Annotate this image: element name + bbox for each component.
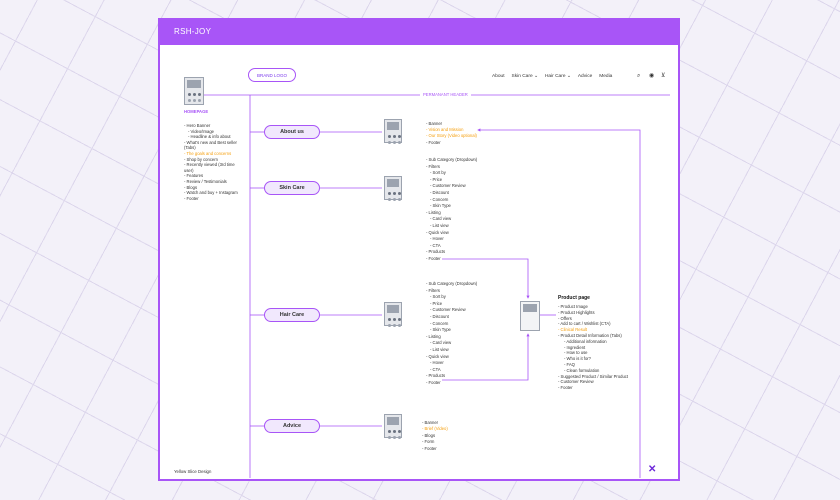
list-item: - Vision and Mission — [426, 127, 464, 133]
list-item: - Footer — [426, 139, 441, 145]
list-item: - List view — [430, 347, 449, 352]
list-item: - CTA — [430, 366, 441, 372]
list-item: - Suggested Product / Similar Product — [558, 373, 629, 379]
studio-logo-icon: ✕ — [648, 464, 657, 475]
list-item: - Footer — [422, 445, 437, 451]
list-item: - Sub Category (Dropdown) — [426, 157, 478, 162]
list-item: - Listing — [426, 209, 441, 215]
list-item: - CTA — [430, 242, 441, 248]
list-item: - Sort by — [430, 294, 446, 300]
nav-media[interactable]: Media — [599, 74, 612, 79]
list-item: - Clinical Result — [558, 327, 588, 333]
list-item: (Tabs) — [184, 145, 196, 151]
list-item: - Clean formulation — [564, 367, 600, 373]
list-item: - Ingredient — [564, 344, 586, 350]
product-page-title: Product page — [558, 295, 590, 301]
node-advice[interactable]: Advice — [264, 419, 320, 433]
advice-wireframe-icon — [384, 414, 402, 438]
homepage-wireframe-icon — [184, 77, 204, 105]
sitemap-frame: RSH-JOY HOMEPAGE - Hero Banner - Video/Im… — [158, 18, 680, 481]
about-wireframe-icon — [384, 119, 402, 143]
list-item: - Footer — [184, 195, 199, 201]
list-item: - FAQ — [564, 362, 575, 367]
nav-advice[interactable]: Advice — [578, 74, 592, 79]
hair-care-wireframe-icon — [384, 302, 402, 326]
list-item: - Form — [422, 439, 435, 445]
account-icon[interactable]: ◉ — [649, 73, 654, 79]
list-item: - Blogs — [422, 432, 436, 438]
list-item: - Who is it for? — [564, 356, 591, 362]
list-item: - The goals and concerns — [184, 151, 232, 156]
nav-skin-care[interactable]: Skin Care ⌄ — [512, 74, 538, 79]
header-nav: About Skin Care ⌄ Hair Care ⌄ Advice Media — [492, 74, 619, 79]
list-item: - Hero Banner — [184, 123, 211, 128]
list-item: - Customer Review — [430, 307, 466, 313]
list-item: - List view — [430, 223, 449, 228]
list-item: - Video/Image — [188, 128, 214, 134]
list-item: - Filters — [426, 163, 440, 169]
skin-care-wireframe-icon — [384, 176, 402, 200]
node-about-us[interactable]: About us — [264, 125, 320, 139]
list-item: user) — [184, 167, 194, 173]
node-skin-care[interactable]: Skin Care — [264, 181, 320, 195]
list-item: - Quick view — [426, 353, 449, 359]
list-item: - Sub Category (Dropdown) — [426, 281, 478, 286]
list-item: - Skin Type — [430, 203, 451, 209]
list-item: - Concern — [430, 196, 449, 202]
connector-lines — [204, 94, 670, 478]
cart-icon[interactable]: ⊻ — [661, 73, 665, 79]
list-item: - Concern — [430, 320, 449, 326]
list-item: - Headline & info about — [188, 134, 231, 140]
list-item: - Products — [426, 373, 446, 379]
list-item: - Shop by concern — [184, 156, 218, 162]
list-item: - Product Image — [558, 304, 588, 309]
list-item: - Brief (Video) — [422, 426, 448, 432]
list-item: - Offers — [558, 315, 572, 321]
list-item: - Price — [430, 300, 443, 306]
search-icon[interactable]: ⌕ — [637, 73, 640, 79]
homepage-label: HOMEPAGE — [184, 109, 209, 114]
list-item: - Watch and buy + Instagram — [184, 190, 238, 196]
list-item: - Customer Review — [558, 379, 594, 385]
list-item: - Product Highlights — [558, 309, 595, 315]
list-item: - Footer — [426, 380, 441, 385]
list-item: - Add to cart / Wishlist (CTA) — [558, 321, 611, 327]
list-item: - Footer — [558, 385, 573, 391]
list-item: - Our Story (Video optional) — [426, 133, 477, 139]
list-item: - Banner — [426, 121, 443, 126]
list-item: - Footer — [426, 256, 441, 261]
list-item: - Hover — [430, 360, 444, 366]
list-item: - Card view — [430, 216, 452, 222]
list-item: - Features — [184, 173, 204, 179]
node-hair-care[interactable]: Hair Care — [264, 308, 320, 322]
list-item: - Quick view — [426, 229, 449, 235]
list-item: - Recently viewed (3rd time — [184, 162, 235, 168]
list-item: - Price — [430, 176, 443, 182]
nav-hair-care[interactable]: Hair Care ⌄ — [545, 74, 571, 79]
list-item: - Listing — [426, 333, 441, 339]
list-item: - What's new and Best seller — [184, 139, 237, 145]
list-item: - Discount — [430, 314, 449, 319]
list-item: - Discount — [430, 190, 449, 195]
list-item: - Customer Review — [430, 183, 466, 189]
list-item: - Products — [426, 249, 446, 255]
nav-about[interactable]: About — [492, 74, 505, 79]
list-item: - Additional information — [564, 338, 607, 344]
list-item: - Sort by — [430, 170, 446, 176]
list-item: - Banner — [422, 420, 439, 425]
permanent-header-label: PERMANANT HEADER — [420, 92, 471, 98]
list-item: - Blogs — [184, 184, 198, 190]
list-item: - Card view — [430, 340, 452, 346]
footer-credit: Yellow Slice Design — [174, 469, 212, 474]
list-item: - How to use — [564, 350, 588, 356]
brand-logo[interactable]: BRAND LOGO — [248, 68, 296, 82]
list-item: - Skin Type — [430, 327, 451, 333]
list-item: - Hover — [430, 236, 444, 242]
list-item: - Review / Testimonials — [184, 179, 227, 184]
product-wireframe-icon — [520, 301, 540, 331]
list-item: - Filters — [426, 287, 440, 293]
list-item: - Product Detail Information (Tabs) — [558, 333, 622, 338]
